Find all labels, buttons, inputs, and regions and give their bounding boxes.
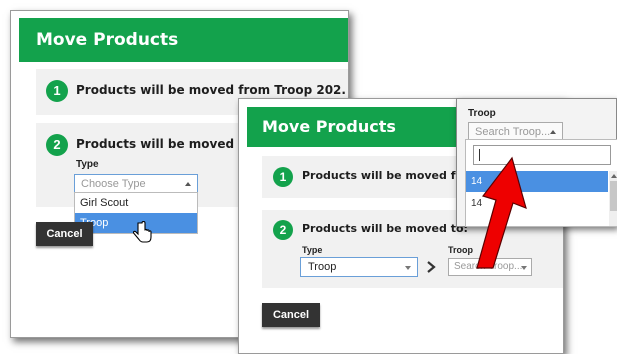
chevron-right-icon [427,261,436,273]
type-select-value: Troop [308,261,337,273]
type-option-girl-scout[interactable]: Girl Scout [75,193,197,213]
step2-number: 2 [46,134,68,156]
chevron-down-icon [405,266,411,270]
step1-number: 1 [46,80,68,102]
troop-select-placeholder: Search Troop... [475,126,551,138]
type-select[interactable]: Choose Type [74,174,198,194]
scroll-up-icon [611,174,617,178]
type-label: Type [302,245,323,255]
troop-label: Troop [468,108,496,119]
type-select[interactable]: Troop [300,257,418,277]
type-select-placeholder: Choose Type [81,178,146,190]
step1-number: 1 [273,167,293,187]
hand-cursor-icon [132,221,152,243]
step1-text: Products will be moved from Troop 202. [76,83,346,97]
red-arrow-annotation [476,156,527,269]
step2-text: Products will be moved to: [76,137,258,151]
chevron-up-icon [185,182,191,186]
chevron-up-icon [550,130,556,134]
step2-number: 2 [273,220,293,240]
dialog-title: Move Products [19,18,348,62]
cancel-button[interactable]: Cancel [262,303,320,327]
type-label: Type [76,159,99,170]
cancel-button-back[interactable]: Cancel [36,222,93,246]
scrollbar-thumb[interactable] [610,181,617,211]
scrollbar[interactable] [609,171,617,226]
